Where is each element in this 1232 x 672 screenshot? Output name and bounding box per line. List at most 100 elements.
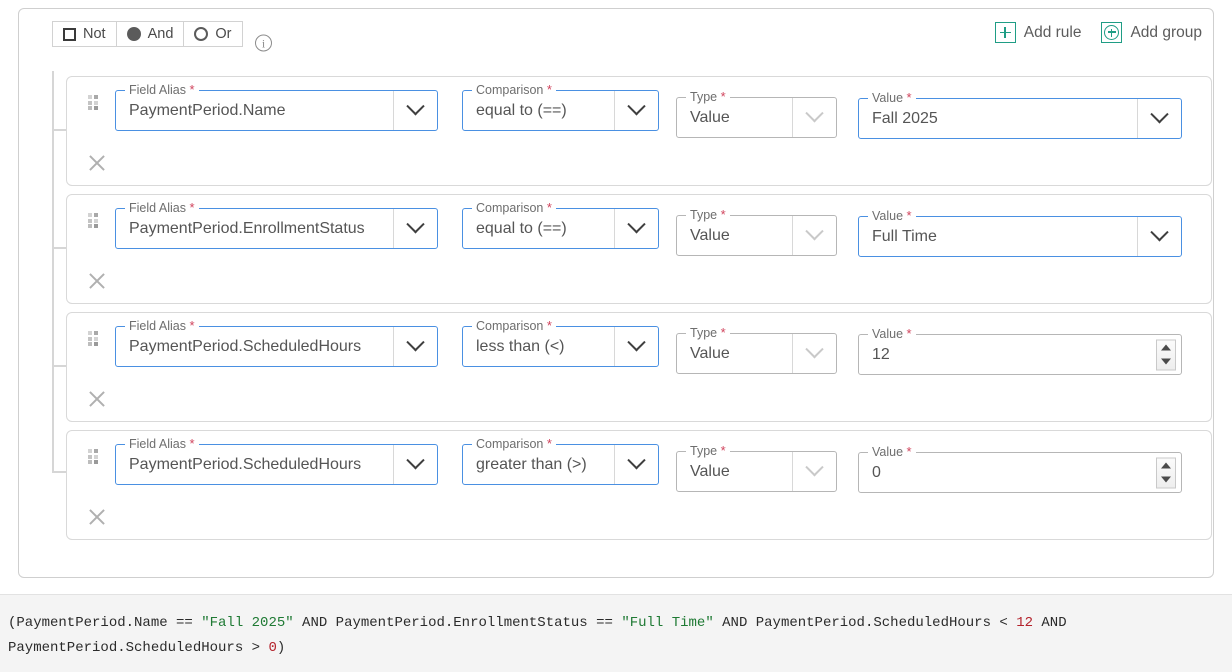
type-label: Type *	[686, 90, 730, 104]
radio-selected-icon	[126, 27, 141, 41]
and-radio[interactable]: And	[117, 22, 185, 46]
field-alias-label: Field Alias *	[125, 201, 199, 215]
tree-stub	[52, 365, 66, 367]
comparison-dropdown-arrow[interactable]	[614, 445, 658, 484]
stepper-up-icon[interactable]	[1157, 340, 1175, 355]
drag-handle-icon[interactable]	[88, 331, 99, 346]
value-text: 12	[872, 345, 890, 363]
comparison-dropdown-arrow[interactable]	[614, 327, 658, 366]
type-value: Value	[690, 108, 730, 126]
value-number-input[interactable]: Value * 0	[858, 445, 1182, 493]
value-label: Value *	[868, 91, 916, 105]
rule-row: Field Alias * PaymentPeriod.EnrollmentSt…	[66, 194, 1212, 304]
remove-rule-button[interactable]	[86, 152, 108, 174]
field-alias-select[interactable]: Field Alias * PaymentPeriod.EnrollmentSt…	[115, 201, 438, 249]
drag-handle-icon[interactable]	[88, 213, 99, 228]
comparison-label: Comparison *	[472, 319, 556, 333]
field-alias-dropdown-arrow[interactable]	[393, 209, 437, 248]
stepper-down-icon[interactable]	[1157, 355, 1175, 370]
rule-row: Field Alias * PaymentPeriod.ScheduledHou…	[66, 430, 1212, 540]
group-actions: Add rule Add group	[991, 20, 1206, 45]
stepper-up-icon[interactable]	[1157, 458, 1175, 473]
type-dropdown-arrow[interactable]	[792, 98, 836, 137]
value-label: Value *	[868, 445, 916, 459]
type-select[interactable]: Type * Value	[676, 444, 837, 492]
value-dropdown-arrow[interactable]	[1137, 217, 1181, 256]
field-alias-label: Field Alias *	[125, 319, 199, 333]
type-dropdown-arrow[interactable]	[792, 216, 836, 255]
value-select[interactable]: Value * Full Time	[858, 209, 1182, 257]
query-builder-group: Not And Or i Add rule Add group Field Al…	[18, 8, 1214, 578]
tree-stub	[52, 247, 66, 249]
type-select[interactable]: Type * Value	[676, 90, 837, 138]
type-select[interactable]: Type * Value	[676, 326, 837, 374]
type-label: Type *	[686, 444, 730, 458]
add-group-label: Add group	[1130, 23, 1202, 41]
comparison-select[interactable]: Comparison * equal to (==)	[462, 83, 659, 131]
comparison-dropdown-arrow[interactable]	[614, 91, 658, 130]
or-radio[interactable]: Or	[184, 22, 241, 46]
field-alias-dropdown-arrow[interactable]	[393, 327, 437, 366]
number-stepper[interactable]	[1156, 457, 1176, 488]
group-header: Not And Or i Add rule Add group	[19, 9, 1213, 53]
field-alias-select[interactable]: Field Alias * PaymentPeriod.ScheduledHou…	[115, 319, 438, 367]
add-rule-label: Add rule	[1023, 23, 1082, 41]
type-label: Type *	[686, 326, 730, 340]
comparison-value: greater than (>)	[476, 455, 587, 473]
type-dropdown-arrow[interactable]	[792, 334, 836, 373]
remove-rule-button[interactable]	[86, 388, 108, 410]
add-rule-button[interactable]: Add rule	[991, 20, 1086, 45]
value-text: Fall 2025	[872, 109, 938, 127]
comparison-value: equal to (==)	[476, 219, 567, 237]
info-icon[interactable]: i	[255, 34, 272, 52]
comparison-label: Comparison *	[472, 83, 556, 97]
value-select[interactable]: Value * Fall 2025	[858, 91, 1182, 139]
field-alias-label: Field Alias *	[125, 437, 199, 451]
field-alias-select[interactable]: Field Alias * PaymentPeriod.Name	[115, 83, 438, 131]
rule-row: Field Alias * PaymentPeriod.Name Compari…	[66, 76, 1212, 186]
tree-spine	[52, 71, 54, 471]
comparison-label: Comparison *	[472, 201, 556, 215]
comparison-value: equal to (==)	[476, 101, 567, 119]
tree-stub	[52, 471, 66, 473]
type-dropdown-arrow[interactable]	[792, 452, 836, 491]
type-value: Value	[690, 344, 730, 362]
value-number-input[interactable]: Value * 12	[858, 327, 1182, 375]
remove-rule-button[interactable]	[86, 506, 108, 528]
plus-circle-icon	[1101, 22, 1123, 43]
stepper-down-icon[interactable]	[1157, 473, 1175, 488]
radio-unselected-icon	[194, 27, 209, 41]
value-label: Value *	[868, 327, 916, 341]
number-stepper[interactable]	[1156, 339, 1176, 370]
type-value: Value	[690, 226, 730, 244]
remove-rule-button[interactable]	[86, 270, 108, 292]
value-text: 0	[872, 463, 881, 481]
tree-stub	[52, 129, 66, 131]
drag-handle-icon[interactable]	[88, 449, 99, 464]
comparison-select[interactable]: Comparison * greater than (>)	[462, 437, 659, 485]
field-alias-label: Field Alias *	[125, 83, 199, 97]
plus-square-icon	[994, 22, 1016, 43]
expression-text: (PaymentPeriod.Name == "Fall 2025" AND P…	[8, 615, 1067, 656]
field-alias-value: PaymentPeriod.ScheduledHours	[129, 455, 362, 473]
field-alias-dropdown-arrow[interactable]	[393, 91, 437, 130]
and-label: And	[147, 26, 174, 42]
value-label: Value *	[868, 209, 916, 223]
field-alias-select[interactable]: Field Alias * PaymentPeriod.ScheduledHou…	[115, 437, 438, 485]
field-alias-dropdown-arrow[interactable]	[393, 445, 437, 484]
logic-operator-toggle[interactable]: Not And Or	[52, 21, 243, 47]
drag-handle-icon[interactable]	[88, 95, 99, 110]
value-dropdown-arrow[interactable]	[1137, 99, 1181, 138]
type-label: Type *	[686, 208, 730, 222]
type-select[interactable]: Type * Value	[676, 208, 837, 256]
comparison-label: Comparison *	[472, 437, 556, 451]
comparison-select[interactable]: Comparison * equal to (==)	[462, 201, 659, 249]
not-checkbox[interactable]: Not	[53, 22, 117, 46]
or-label: Or	[215, 26, 232, 42]
field-alias-value: PaymentPeriod.EnrollmentStatus	[129, 219, 365, 237]
value-text: Full Time	[872, 227, 937, 245]
comparison-dropdown-arrow[interactable]	[614, 209, 658, 248]
comparison-select[interactable]: Comparison * less than (<)	[462, 319, 659, 367]
add-group-button[interactable]: Add group	[1097, 20, 1206, 45]
not-label: Not	[83, 26, 106, 42]
